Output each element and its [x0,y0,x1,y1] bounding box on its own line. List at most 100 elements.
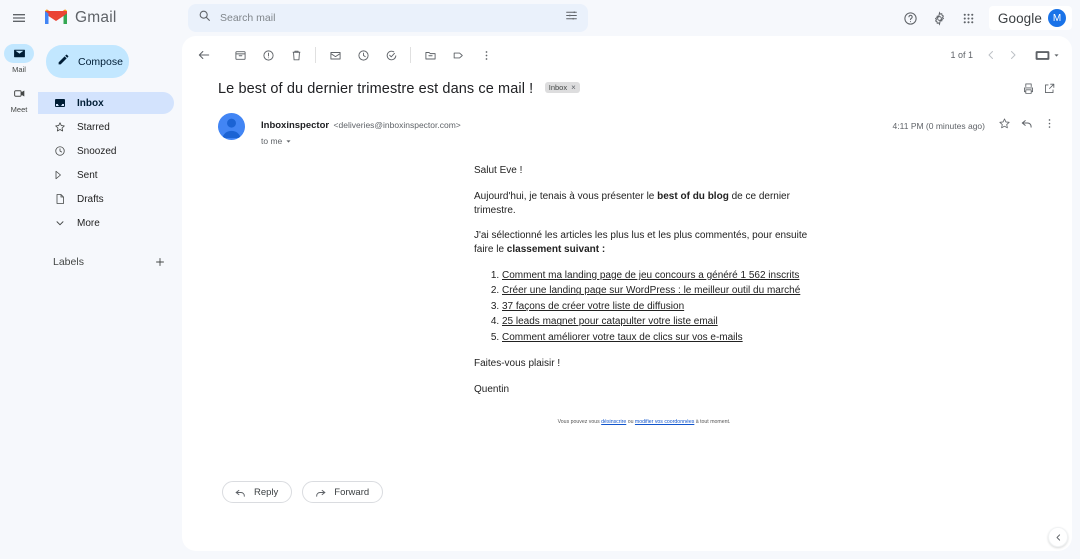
sidebar: Compose Inbox Starred Snoozed Sent Draft… [38,36,182,559]
signature-text: Quentin [474,384,510,396]
move-to-folder-icon[interactable] [416,41,444,69]
search-bar[interactable] [188,4,588,32]
sidebar-nav: Inbox Starred Snoozed Sent Drafts More [38,92,182,234]
chevron-right-icon[interactable] [1003,45,1023,65]
list-item[interactable]: 25 leads magnet pour catapulter votre li… [502,315,814,330]
open-in-new-icon[interactable] [1043,82,1056,100]
avatar[interactable]: M [1048,9,1066,27]
add-to-tasks-icon[interactable] [377,41,405,69]
app-body: Mail Meet Compose Inbox Starred Snoozed … [0,36,1080,559]
message-pane: 1 of 1 Le best of du dernier trimestre e… [182,36,1072,551]
email-content: Salut Eve ! Aujourd'hui, je tenais à vou… [474,146,814,426]
collapse-panel-button[interactable] [1048,527,1068,547]
sidebar-item-sent[interactable]: Sent [38,164,174,186]
message-actions: 4:11 PM (0 minutes ago) [893,113,1056,135]
edit-details-link[interactable]: modifier vos coordonnées [635,419,694,425]
plus-icon[interactable] [152,254,168,270]
pencil-icon [57,53,70,71]
article-link[interactable]: 25 leads magnet pour catapulter votre li… [502,316,718,327]
meet-camera-icon [4,84,34,103]
sidebar-label-sent: Sent [77,169,98,181]
article-link[interactable]: Comment ma landing page de jeu concours … [502,270,799,281]
forward-button[interactable]: Forward [302,481,384,503]
sidebar-item-drafts[interactable]: Drafts [38,188,174,210]
mail-icon [4,44,34,63]
rail-item-mail[interactable]: Mail [0,44,38,74]
compose-label: Compose [78,55,123,68]
list-item[interactable]: Comment améliorer votre taux de clics su… [502,331,814,346]
unsubscribe-link[interactable]: désinscrire [601,419,626,425]
list-item[interactable]: 37 façons de créer votre liste de diffus… [502,300,814,315]
topbar-actions: Google M [898,5,1072,31]
avatar[interactable] [218,113,245,140]
input-tools-icon[interactable] [1035,50,1060,61]
reply-button[interactable]: Reply [222,481,293,503]
sidebar-item-inbox[interactable]: Inbox [38,92,174,114]
reply-actions: Reply Forward [222,481,384,503]
gmail-brand[interactable]: Gmail [38,0,178,36]
sidebar-item-starred[interactable]: Starred [38,116,174,138]
search-icon [198,9,211,27]
article-link[interactable]: 37 façons de créer votre liste de diffus… [502,301,684,312]
search-input[interactable] [220,12,556,24]
more-vert-icon[interactable] [1043,117,1056,135]
article-link[interactable]: Comment améliorer votre taux de clics su… [502,332,743,343]
paragraph-2: J'ai sélectionné les articles les plus l… [474,229,814,257]
archive-icon[interactable] [226,41,254,69]
compose-button[interactable]: Compose [46,45,129,78]
sender-name: Inboxinspector [261,120,330,131]
inbox-icon [53,97,66,109]
label-tag-icon[interactable] [444,41,472,69]
star-outline-icon[interactable] [998,117,1011,135]
account-chip[interactable]: Google M [988,6,1072,30]
caret-down-icon [1054,53,1059,57]
sidebar-label-snoozed: Snoozed [77,145,117,157]
gear-icon[interactable] [927,5,953,31]
sidebar-item-snoozed[interactable]: Snoozed [38,140,174,162]
trash-icon[interactable] [282,41,310,69]
message-timestamp: 4:11 PM (0 minutes ago) [892,120,985,131]
hamburger-icon[interactable] [0,0,38,36]
sidebar-label-drafts: Drafts [77,193,104,205]
recipient-line[interactable]: to me [261,136,461,146]
gmail-logo-icon [44,7,68,30]
rail-item-meet[interactable]: Meet [0,84,38,114]
mark-unread-icon[interactable] [321,41,349,69]
para1-before: Aujourd'hui, je tenais à vous présenter … [474,190,658,202]
back-arrow-icon[interactable] [190,41,218,69]
help-icon[interactable] [898,5,924,31]
toolbar-divider [315,47,316,63]
snooze-clock-icon[interactable] [349,41,377,69]
reply-arrow-icon[interactable] [1020,116,1034,135]
reply-arrow-icon [235,489,245,497]
chevron-down-icon [53,217,66,229]
sidebar-item-more[interactable]: More [38,212,174,234]
paragraph-1: Aujourd'hui, je tenais à vous présenter … [474,190,814,218]
more-vert-icon[interactable] [472,41,500,69]
main-pane-wrap: 1 of 1 Le best of du dernier trimestre e… [182,36,1080,559]
sidebar-label-starred: Starred [77,121,110,133]
status-badge[interactable]: Inbox × [544,82,580,93]
list-item[interactable]: Créer une landing page sur WordPress : l… [502,284,814,299]
sender-row: Inboxinspector <deliveries@inboxinspecto… [182,100,1072,146]
greeting-text: Salut Eve ! [474,165,523,176]
clock-icon [53,145,66,157]
sender-meta: Inboxinspector <deliveries@inboxinspecto… [261,113,461,146]
report-spam-icon[interactable] [254,41,282,69]
pagination: 1 of 1 [950,45,1064,65]
chevron-left-icon [1056,533,1060,541]
chevron-left-icon[interactable] [981,45,1001,65]
article-link[interactable]: Créer une landing page sur WordPress : l… [502,285,800,296]
reply-label: Reply [254,486,279,498]
toolbar-divider-2 [410,47,411,63]
apps-grid-icon[interactable] [956,5,982,31]
para1-bold: best of du blog [657,190,729,202]
recipient-text: to me [261,136,283,146]
rail-label-meet: Meet [10,105,28,114]
close-icon[interactable]: × [571,83,576,92]
gmail-wordmark: Gmail [75,9,117,26]
list-item[interactable]: Comment ma landing page de jeu concours … [502,269,814,284]
labels-header: Labels [38,236,182,270]
print-icon[interactable] [1022,82,1035,100]
search-options-icon[interactable] [565,9,578,27]
